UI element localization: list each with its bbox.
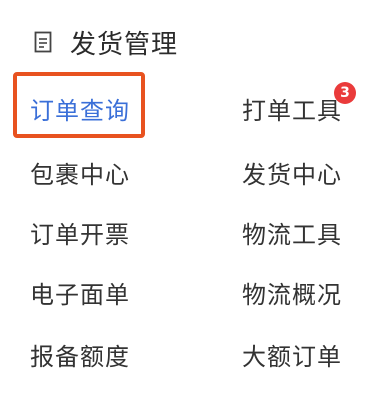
menu-item-large-orders[interactable]: 大额订单 <box>242 330 342 378</box>
menu-item-order-invoice[interactable]: 订单开票 <box>30 208 130 256</box>
menu-grid: 订单查询 打单工具 包裹中心 发货中心 订单开票 物流工具 电子面单 物流概况 … <box>0 0 386 398</box>
notification-badge: 3 <box>334 82 356 104</box>
menu-item-report-quota[interactable]: 报备额度 <box>30 330 130 378</box>
menu-item-electronic-waybill[interactable]: 电子面单 <box>30 268 130 316</box>
menu-item-logistics-overview[interactable]: 物流概况 <box>242 268 342 316</box>
menu-item-order-query[interactable]: 订单查询 <box>30 84 130 132</box>
menu-item-package-center[interactable]: 包裹中心 <box>30 148 130 196</box>
menu-item-shipping-center[interactable]: 发货中心 <box>242 148 342 196</box>
menu-item-print-tool[interactable]: 打单工具 <box>242 84 342 132</box>
shipping-management-panel: 发货管理 订单查询 打单工具 包裹中心 发货中心 订单开票 物流工具 电子面单 … <box>0 0 386 398</box>
menu-item-logistics-tool[interactable]: 物流工具 <box>242 208 342 256</box>
